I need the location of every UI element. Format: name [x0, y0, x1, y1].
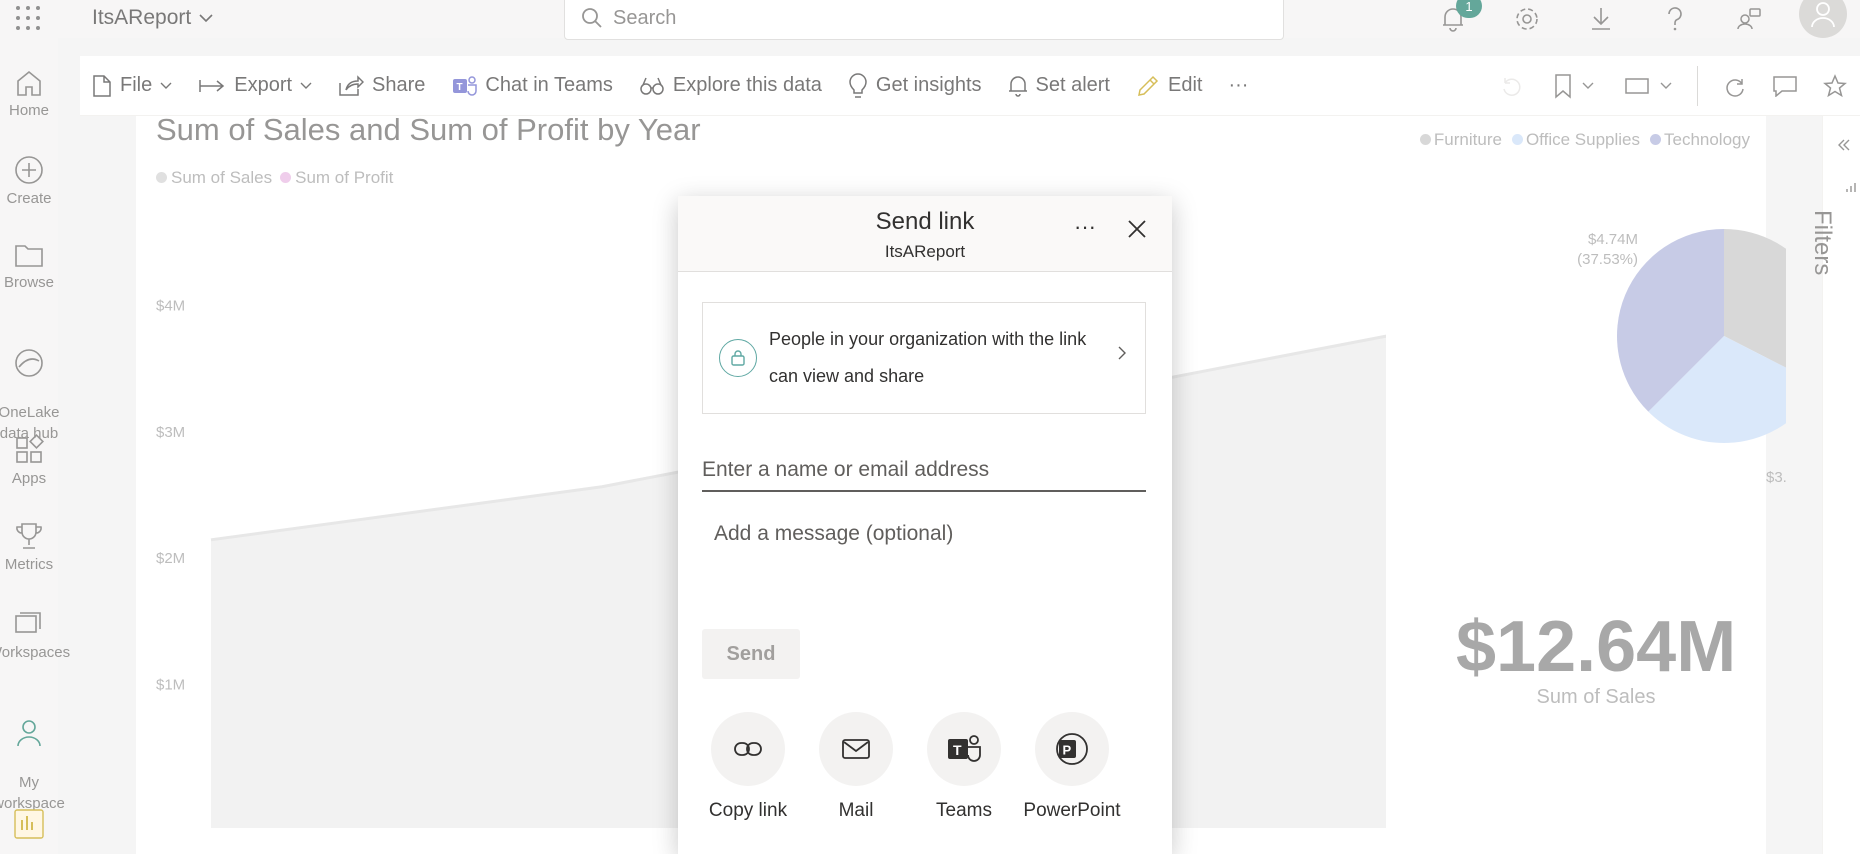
mail-label: Mail [838, 800, 874, 821]
copy-link-option[interactable]: Copy link [698, 712, 798, 822]
copy-link-circle [711, 712, 785, 786]
link-icon [734, 742, 762, 756]
link-permission-settings[interactable]: People in your organization with the lin… [702, 302, 1146, 414]
copy-link-label: Copy link [708, 800, 788, 821]
dialog-more-button[interactable]: ··· [1074, 214, 1096, 240]
recipient-input[interactable] [702, 450, 1146, 492]
dialog-subtitle: ItsAReport [884, 242, 966, 261]
dialog-title: Send link [875, 208, 975, 235]
close-icon [1128, 220, 1146, 238]
powerpoint-label: PowerPoint [1023, 800, 1121, 821]
mail-icon [842, 739, 870, 759]
teams-option[interactable]: T Teams [914, 712, 1014, 822]
close-button[interactable] [1122, 214, 1152, 244]
teams-circle: T [927, 712, 1001, 786]
mail-option[interactable]: Mail [806, 712, 906, 822]
teams-label: Teams [936, 800, 992, 821]
powerpoint-option[interactable]: P PowerPoint [1022, 712, 1122, 822]
svg-text:P: P [1063, 743, 1072, 758]
powerpoint-icon: P [1056, 733, 1088, 765]
send-button[interactable]: Send [702, 629, 800, 679]
lock-icon [719, 339, 757, 377]
svg-text:T: T [953, 742, 962, 758]
link-permission-text: People in your organization with the lin… [769, 329, 1087, 386]
powerpoint-circle: P [1035, 712, 1109, 786]
send-link-dialog: Send link ItsAReport ··· People in your … [678, 196, 1172, 854]
chevron-right-icon [1118, 346, 1126, 360]
teams-icon: T [948, 735, 981, 762]
message-input[interactable] [702, 510, 1146, 610]
dialog-header: Send link ItsAReport ··· [678, 196, 1172, 272]
mail-circle [819, 712, 893, 786]
